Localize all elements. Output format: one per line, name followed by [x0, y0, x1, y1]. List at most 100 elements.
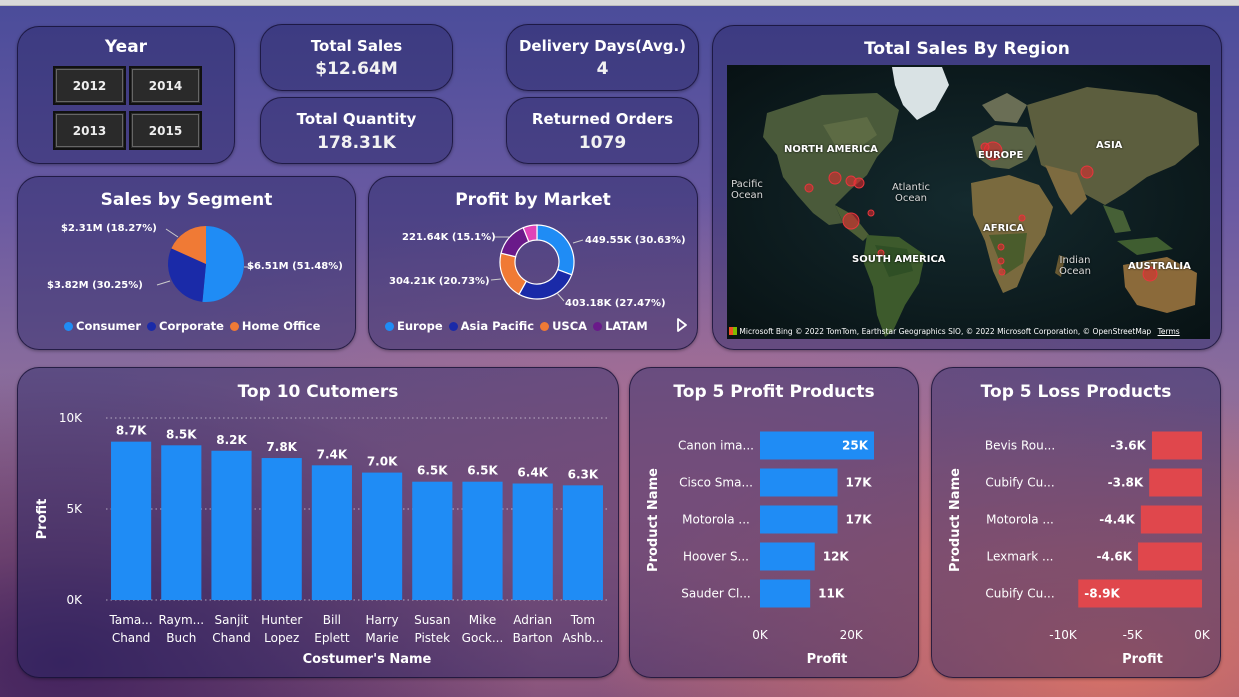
sales-by-segment-legend: Consumer Corporate Home Office: [64, 319, 320, 333]
bubble-africa-1[interactable]: [1018, 214, 1026, 222]
map-label-africa: AFRICA: [983, 223, 1025, 234]
top-customers-bar-chart[interactable]: 0K 5K 10K 8.7K Tama... Chand 8.5K Raym... Buch 8.…: [18, 368, 620, 679]
legend-dot-home-office: [229, 321, 239, 331]
year-button-2013[interactable]: 2013: [53, 111, 126, 150]
sales-by-region-title: Total Sales By Region: [864, 39, 1070, 59]
kpi-delivery-days-value: 4: [596, 59, 609, 79]
legend-consumer[interactable]: Consumer: [64, 319, 141, 333]
leader-asia-pacific: [556, 292, 565, 302]
bar-profit-product-5[interactable]: [760, 579, 811, 608]
ytick-profit-product-1: Canon ima...: [678, 439, 754, 453]
window-top-strip: [0, 0, 1239, 6]
legend-corporate[interactable]: Corporate: [147, 319, 224, 333]
bar-customer-6[interactable]: [362, 472, 403, 600]
slice-asia-pacific[interactable]: [518, 268, 573, 300]
xtick-customer-10-line-2: Ashb...: [562, 631, 603, 645]
legend-usca[interactable]: USCA: [540, 319, 587, 333]
legend-latam[interactable]: LATAM: [593, 319, 648, 333]
sales-by-segment-card: Sales by Segment $6.51M (51.48%) $3.82M …: [17, 176, 356, 350]
bubble-africa-3[interactable]: [997, 257, 1005, 265]
bubble-africa-2[interactable]: [997, 243, 1005, 251]
bubble-north-america-3[interactable]: [853, 177, 865, 189]
world-map[interactable]: NORTH AMERICA EUROPE ASIA AFRICA SOUTH A…: [727, 65, 1210, 339]
slice-usca[interactable]: [499, 252, 528, 296]
yaxis-title: Profit: [35, 499, 50, 540]
xtick-0k: 0K: [752, 628, 769, 642]
top-loss-products-card: Top 5 Loss Products -10K -5K 0K Bevis Rou..…: [931, 367, 1221, 678]
bar-label-customer-7: 6.5K: [417, 464, 448, 478]
top-customers-card: Top 10 Cutomers 0K 5K 10K 8.7K Tama... Chand 8…: [17, 367, 619, 678]
map-label-europe: EUROPE: [978, 150, 1024, 161]
legend-asia-pacific[interactable]: Asia Pacific: [448, 319, 534, 333]
xtick-5k: -5K: [1123, 628, 1144, 642]
map-label-australia: AUSTRALIA: [1128, 261, 1191, 272]
bubble-central-asia[interactable]: [1080, 165, 1094, 179]
xtick-customer-5-line-2: Eplett: [314, 631, 350, 645]
map-label-north-america: NORTH AMERICA: [784, 144, 878, 155]
xtick-customer-2-line-1: Raym...: [158, 613, 204, 627]
xtick-customer-6-line-2: Marie: [365, 631, 398, 645]
kpi-total-sales: Total Sales $12.64M: [260, 24, 453, 91]
bubble-north-america-1[interactable]: [828, 171, 842, 185]
bar-label-customer-9: 6.4K: [517, 466, 548, 480]
legend-label-corporate: Corporate: [159, 319, 224, 333]
legend-next-arrow-icon[interactable]: [676, 318, 688, 332]
bar-profit-product-4[interactable]: [760, 542, 815, 571]
bubble-central-america[interactable]: [842, 212, 860, 230]
bar-label-customer-2: 8.5K: [166, 427, 197, 441]
bar-customer-10[interactable]: [562, 485, 603, 600]
xtick-customer-8-line-1: Mike: [469, 613, 497, 627]
legend-home-office[interactable]: Home Office: [229, 319, 320, 333]
bar-customer-1[interactable]: [111, 441, 152, 600]
map-copyright: © 2022 TomTom, Earthstar Geographics SIO…: [795, 327, 1152, 336]
bar-label-loss-product-5: -8.9K: [1084, 587, 1120, 601]
year-button-2014[interactable]: 2014: [129, 66, 202, 105]
xaxis-title: Profit: [807, 652, 848, 667]
year-button-2012[interactable]: 2012: [53, 66, 126, 105]
bubble-north-america-4[interactable]: [804, 183, 814, 193]
bar-label-loss-product-2: -3.8K: [1108, 476, 1144, 490]
bar-profit-product-3[interactable]: [760, 505, 838, 534]
leader-corporate: [156, 280, 171, 286]
kpi-delivery-days: Delivery Days(Avg.) 4: [506, 24, 699, 91]
ytick-profit-product-3: Motorola ...: [682, 513, 750, 527]
year-button-2015[interactable]: 2015: [129, 111, 202, 150]
microsoft-logo-icon: [729, 327, 737, 335]
bar-customer-5[interactable]: [311, 465, 352, 600]
bar-profit-product-2[interactable]: [760, 468, 838, 497]
top-loss-products-bar-chart[interactable]: -10K -5K 0K Bevis Rou... -3.6K Cubify Cu... -3…: [932, 368, 1222, 679]
xaxis-title: Costumer's Name: [303, 652, 432, 667]
xtick-customer-9-line-1: Adrian: [513, 613, 552, 627]
xtick-customer-5-line-1: Bill: [323, 613, 341, 627]
sales-bubbles[interactable]: [727, 65, 1210, 339]
slice-europe[interactable]: [536, 224, 575, 276]
bar-customer-8[interactable]: [462, 481, 503, 600]
bar-label-customer-4: 7.8K: [266, 440, 297, 454]
bar-loss-product-1[interactable]: [1151, 431, 1202, 460]
map-terms-link[interactable]: Terms: [1158, 327, 1180, 336]
segment-label-consumer: $6.51M (51.48%): [247, 261, 343, 272]
segment-label-home-office: $2.31M (18.27%): [61, 223, 157, 234]
top-profit-products-bar-chart[interactable]: 0K 20K Canon ima... 25K Cisco Sma... 17K Motor…: [630, 368, 920, 679]
bar-loss-product-4[interactable]: [1138, 542, 1202, 571]
bar-loss-product-2[interactable]: [1149, 468, 1202, 497]
bar-loss-product-3[interactable]: [1140, 505, 1202, 534]
bar-customer-7[interactable]: [412, 481, 453, 600]
bar-customer-9[interactable]: [512, 483, 553, 600]
ytick-loss-product-4: Lexmark ...: [987, 550, 1054, 564]
legend-label-usca: USCA: [552, 319, 588, 333]
ytick-loss-product-2: Cubify Cu...: [985, 476, 1054, 490]
map-label-asia: ASIA: [1096, 140, 1123, 151]
leader-home-office: [165, 228, 179, 238]
bubble-africa-4[interactable]: [998, 268, 1006, 276]
bar-customer-4[interactable]: [261, 458, 302, 600]
yaxis-title: Product Name: [948, 468, 963, 572]
legend-europe[interactable]: Europe: [385, 319, 443, 333]
bar-customer-2[interactable]: [161, 445, 202, 600]
kpi-delivery-days-label: Delivery Days(Avg.): [518, 37, 687, 55]
market-label-europe: 449.55K (30.63%): [585, 235, 686, 246]
bubble-caribbean[interactable]: [867, 209, 875, 217]
bar-customer-3[interactable]: [211, 450, 252, 600]
ytick-profit-product-5: Sauder Cl...: [681, 587, 750, 601]
slice-consumer[interactable]: [202, 226, 244, 302]
